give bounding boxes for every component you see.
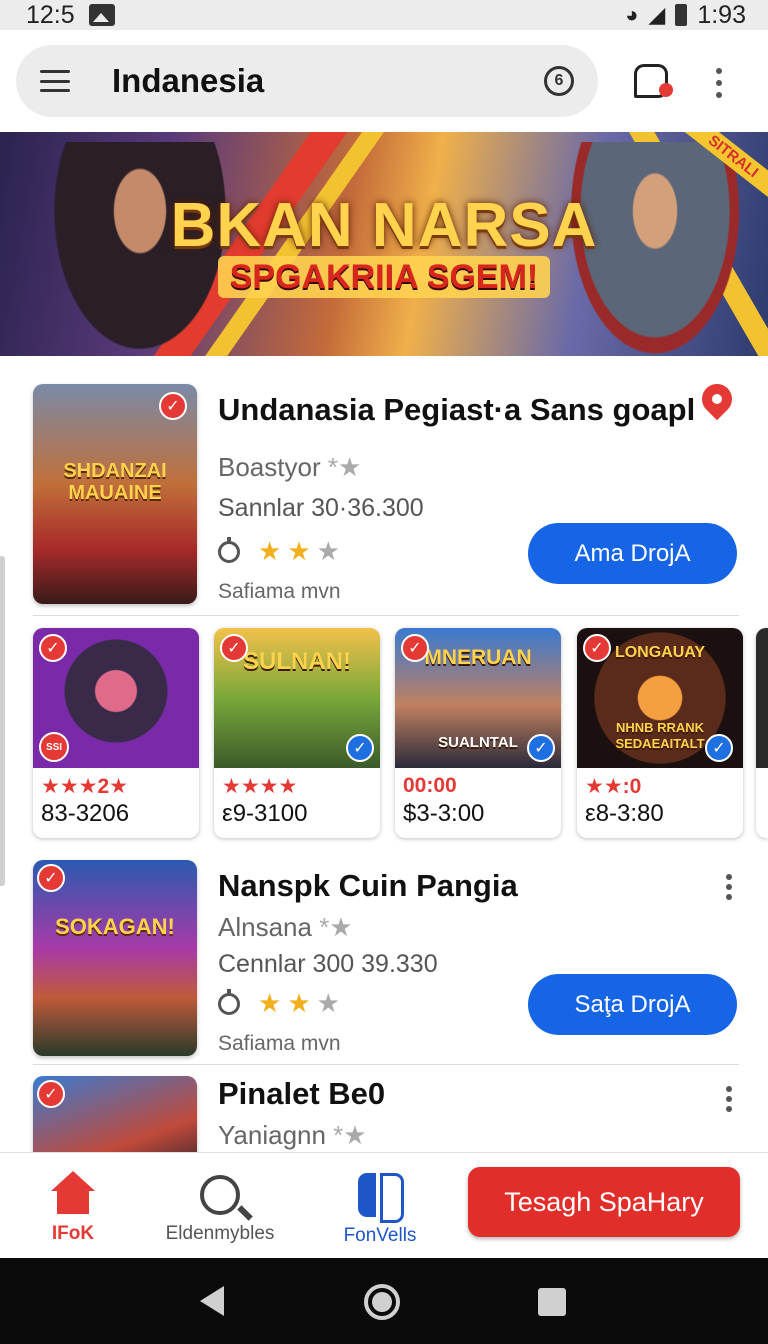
app-list-item[interactable]: ✓ Pinalet Be0 Yaniagnn *★ — [0, 1066, 768, 1152]
edge-scroll-handle[interactable] — [0, 556, 5, 886]
game-tile[interactable]: SULNAN! ✓ ✓ ★★★★ ε9-3100 — [214, 628, 380, 838]
app-title[interactable]: Pinalet Be0 — [218, 1076, 385, 1112]
tile-price: ε8-3:80 — [585, 800, 664, 827]
verified-check-icon: ✓ — [705, 734, 733, 762]
divider — [33, 1064, 739, 1065]
tile-price: 83-3206 — [41, 800, 130, 827]
app-thumbnail[interactable]: ✓ — [33, 1076, 197, 1152]
nav-home-label: IFoK — [51, 1223, 95, 1244]
verified-check-icon: ✓ — [39, 634, 67, 662]
app-list-item[interactable]: SHDANZAI MAUAINE ✓ Undanasia Pegiast·a S… — [0, 356, 768, 618]
home-button-icon[interactable] — [364, 1284, 400, 1320]
location-pin-icon — [695, 377, 739, 421]
star-icon: *★ — [320, 452, 362, 482]
rating-row: ★ ★ ★ — [218, 536, 340, 567]
verified-check-icon: ✓ — [346, 734, 374, 762]
search-icon — [200, 1175, 240, 1215]
nav-home[interactable]: IFoK — [30, 1153, 116, 1259]
app-developer: Alnsana *★ — [218, 912, 353, 942]
game-controller-icon — [356, 1173, 404, 1223]
bottom-navigation: IFoK Eldenmybles FonVells Tesagh SpaHary — [0, 1152, 768, 1258]
game-tile[interactable]: MNERUAN SUALNTAL ✓ ✓ 00:00 $3-3:00 — [395, 628, 561, 838]
status-time-left: 12:5 — [26, 0, 75, 29]
verified-check-icon: ✓ — [37, 1080, 65, 1108]
tile-rating: 00:00 — [403, 774, 457, 797]
overflow-menu-icon[interactable] — [716, 68, 722, 98]
thumbnail-title: SHDANZAI MAUAINE — [63, 460, 167, 504]
verified-check-icon: ✓ — [401, 634, 429, 662]
system-navigation-bar — [0, 1258, 768, 1344]
app-developer: Boastyor *★ — [218, 452, 362, 482]
star-icon: ★ — [287, 988, 311, 1018]
search-bar[interactable]: Indanesia 6 — [16, 45, 598, 117]
star-icon: *★ — [325, 1120, 367, 1150]
app-list-item[interactable]: SOKAGAN! ✓ Nanspk Cuin Pangia Alnsana *★… — [0, 840, 768, 1066]
app-thumbnail[interactable]: SHDANZAI MAUAINE ✓ — [33, 384, 197, 604]
top-app-bar: Indanesia 6 — [0, 30, 768, 132]
nav-games[interactable]: FonVells — [320, 1153, 440, 1259]
wifi-icon: ◕ — [625, 2, 639, 27]
verified-check-icon: ✓ — [583, 634, 611, 662]
app-title[interactable]: Nanspk Cuin Pangia — [218, 868, 518, 904]
game-tile[interactable]: LONGAUAY NHNB RRANK SEDAEAITALT ✓ ✓ ★★:0… — [577, 628, 743, 838]
banner-title: BKAN NARSA — [170, 191, 598, 260]
app-title: Indanesia — [112, 62, 265, 99]
overflow-menu-icon[interactable] — [726, 874, 732, 900]
verified-check-icon: ✓ — [159, 392, 187, 420]
tile-badge: SSI — [39, 732, 69, 762]
recent-apps-icon[interactable] — [538, 1288, 566, 1316]
cta-button[interactable]: Tesagh SpaHary — [468, 1167, 740, 1237]
status-time-right: 1:93 — [697, 0, 746, 29]
banner-subtitle: SPGAKRIIA SGEM! — [0, 256, 768, 298]
star-icon: *★ — [311, 912, 353, 942]
app-title[interactable]: Undanasia Pegiast·a Sans goapl — [218, 392, 695, 428]
app-size: Sannlar 30·36.300 — [218, 494, 424, 522]
battery-icon — [675, 4, 688, 26]
star-icon: ★ — [287, 536, 311, 566]
game-tile[interactable]: ✓ SSI ★★★2★ 83-3206 — [33, 628, 199, 838]
nav-search[interactable]: Eldenmybles — [150, 1153, 290, 1259]
game-carousel[interactable]: ✓ SSI ★★★2★ 83-3206 SULNAN! ✓ ✓ ★★★★ ε9-… — [0, 628, 768, 840]
game-tile-partial[interactable] — [756, 628, 768, 838]
verified-check-icon: ✓ — [37, 864, 65, 892]
star-icon: ★ — [258, 988, 282, 1018]
overflow-menu-icon[interactable] — [726, 1086, 732, 1112]
coin-icon[interactable]: 6 — [544, 66, 574, 96]
app-size: Cennlar 300 39.330 — [218, 950, 438, 978]
promo-banner[interactable]: BKAN NARSA SPGAKRIIA SGEM! SITRALI — [0, 132, 768, 356]
install-button[interactable]: Ama DrojA — [528, 523, 737, 584]
back-icon[interactable] — [200, 1286, 224, 1316]
nav-search-label: Eldenmybles — [165, 1223, 275, 1244]
thumbnail-title: SOKAGAN! — [55, 914, 175, 939]
status-bar: 12:5 ◕ ◢ 1:93 — [0, 0, 768, 30]
verified-check-icon: ✓ — [220, 634, 248, 662]
star-icon: ★ — [258, 536, 282, 566]
tile-rating: ★★★★ — [222, 775, 298, 798]
tile-price: $3-3:00 — [403, 800, 485, 827]
signal-icon: ◢ — [648, 2, 666, 27]
tile-price: ε9-3100 — [222, 800, 308, 827]
divider — [33, 615, 739, 616]
app-footer-text: Safiama mvn — [218, 1032, 341, 1055]
timer-icon — [218, 536, 240, 563]
notification-chat-icon[interactable] — [634, 64, 673, 98]
home-icon — [51, 1171, 95, 1215]
install-button[interactable]: Saţa DrojA — [528, 974, 737, 1035]
rating-row: ★ ★ ★ — [218, 988, 340, 1019]
app-developer: Yaniagnn *★ — [218, 1120, 367, 1150]
image-notification-icon — [88, 4, 115, 26]
tile-rating: ★★★2★ — [41, 775, 128, 798]
app-footer-text: Safiama mvn — [218, 580, 341, 603]
app-thumbnail[interactable]: SOKAGAN! ✓ — [33, 860, 197, 1056]
tile-rating: ★★:0 — [585, 775, 642, 798]
star-icon: ★ — [316, 536, 340, 566]
menu-icon[interactable] — [40, 70, 70, 92]
nav-games-label: FonVells — [343, 1225, 417, 1246]
star-icon: ★ — [316, 988, 340, 1018]
timer-icon — [218, 988, 240, 1015]
verified-check-icon: ✓ — [527, 734, 555, 762]
